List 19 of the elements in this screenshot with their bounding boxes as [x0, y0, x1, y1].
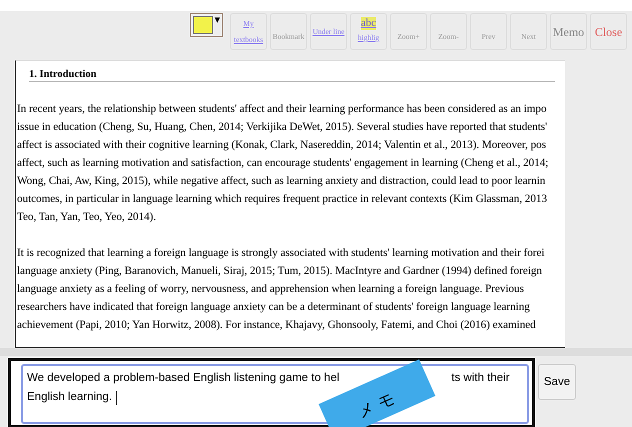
text-line: It is recognized that learning a foreign language is strongly associated with students' learning motivation and their forei — [17, 246, 546, 261]
text-line: researchers have indicated that foreign language anxiety can be a determinant of students' foreign language learning — [17, 300, 531, 315]
text-line: Teo, Tan, Yan, Teo, Yeo, 2014). — [17, 210, 157, 225]
text-cursor — [116, 390, 118, 404]
text-line: affect is associated with their cognitive learning (Konak, Clark, Nasereddin, 2014; Valentin et al., 2013). Moreover, pos — [17, 138, 548, 153]
text-line: affect, such as learning motivation and satisfaction, can encourage students' engagement in learning (Cheng et al., 2014; — [17, 156, 550, 171]
close-button[interactable]: Close — [590, 13, 627, 50]
section-heading: 1. Introduction — [29, 69, 555, 82]
text-line: Wong, Chai, Aw, King, 2015), while negative affect, such as learning anxiety and distraction, could lead to poor learnin — [17, 174, 546, 189]
text-line: achievement (Papi, 2010; Yan Horwitz, 2008). For instance, Khajavy, Ghonsooly, Fatemi, and Choi (2016) examined — [17, 318, 537, 333]
memo-text: ts with their — [451, 371, 510, 386]
toolbar-button[interactable]: Memo — [550, 13, 587, 50]
text-line: outcomes, in particular in language learning which requires frequent practice in relevant contexts (Kim Glassman, 2013 — [17, 192, 548, 207]
text-line: In recent years, the relationship between students' affect and their learning performance has been considered as an impo — [17, 102, 548, 117]
memo-text: English learning. — [27, 390, 112, 405]
text-line: language anxiety as a feeling of worry, nervousness, and apprehension when learning a foreign language. Previous — [17, 282, 525, 297]
text-line: issue in education (Cheng, Su, Huang, Chen, 2014; Verkijika DeWet, 2015). Several studies have reported that students' — [17, 120, 548, 135]
text-line: language anxiety (Ping, Baranovich, Manueli, Siraj, 2015; Tum, 2015). MacIntyre and Gardner (1994) defined foreign — [17, 264, 543, 279]
save-button[interactable]: Save — [538, 364, 576, 400]
